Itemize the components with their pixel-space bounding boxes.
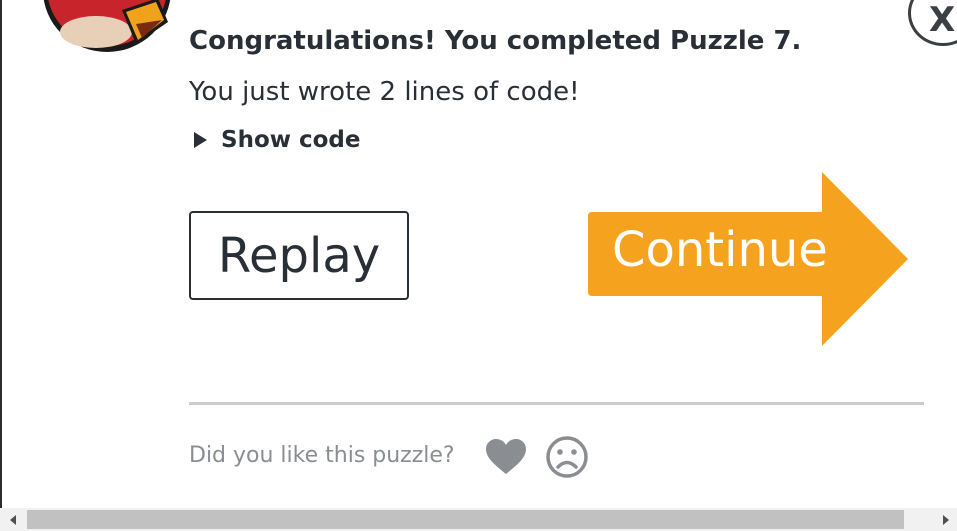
replay-button[interactable]: Replay [189, 211, 409, 300]
replay-label: Replay [217, 227, 381, 284]
red-bird-avatar [43, 0, 171, 52]
dialog-title: Congratulations! You completed Puzzle 7. [189, 26, 802, 56]
close-button[interactable]: X [908, 0, 957, 46]
show-code-toggle[interactable]: Show code [194, 124, 361, 156]
continue-button[interactable]: Continue [588, 172, 910, 346]
show-code-label: Show code [221, 127, 361, 153]
horizontal-scrollbar[interactable] [0, 508, 957, 531]
continue-label: Continue [612, 222, 828, 278]
scroll-right-icon[interactable] [943, 515, 949, 525]
scroll-left-icon[interactable] [10, 515, 16, 525]
divider [189, 402, 924, 405]
dialog-subtitle: You just wrote 2 lines of code! [189, 77, 580, 107]
window-edge [0, 0, 2, 508]
scrollbar-thumb[interactable] [27, 510, 904, 529]
feedback-prompt: Did you like this puzzle? [189, 443, 455, 468]
close-label: X [929, 0, 956, 40]
completion-dialog: X Congratulations! You completed Puzzle … [0, 0, 957, 531]
sad-face-icon[interactable] [545, 435, 589, 479]
heart-icon[interactable] [485, 438, 527, 476]
disclosure-triangle-icon [194, 132, 207, 148]
